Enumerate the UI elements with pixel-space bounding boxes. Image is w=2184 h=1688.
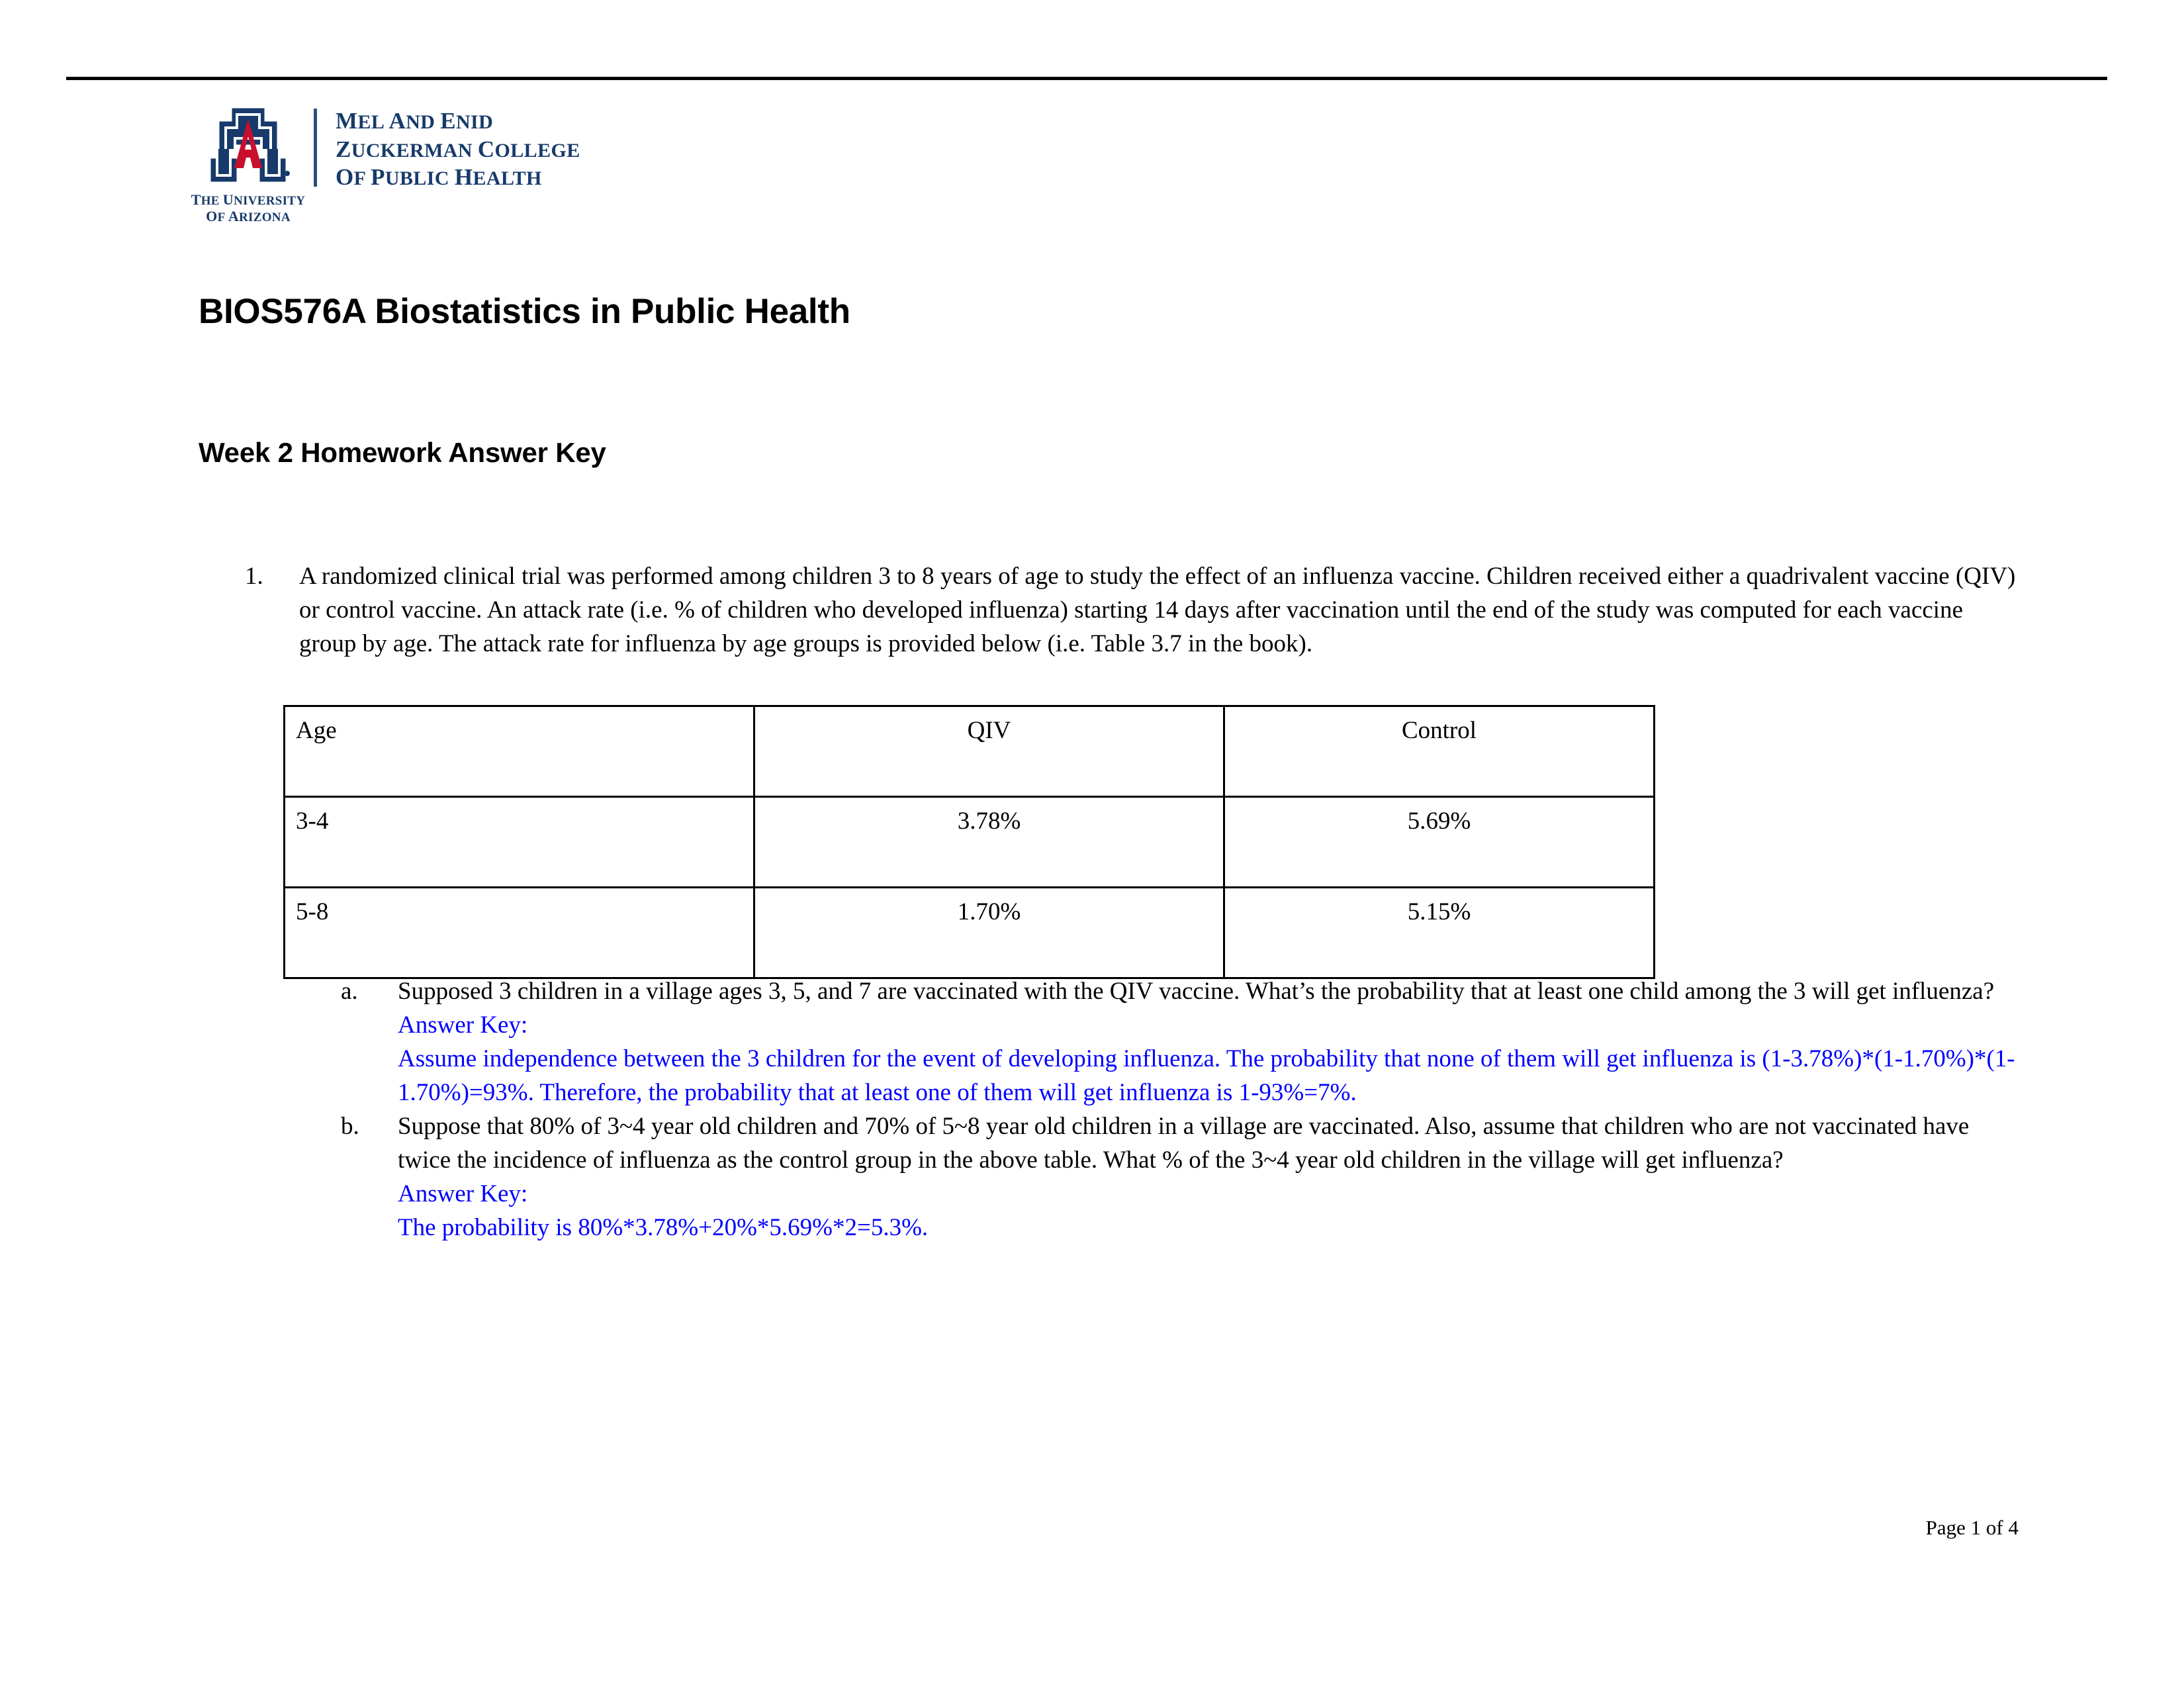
- university-name: THE UNIVERSITY OF ARIZONA: [191, 191, 306, 224]
- cell-qiv-5-8: 1.70%: [753, 886, 1225, 979]
- cell-qiv-3-4: 3.78%: [753, 796, 1225, 888]
- sub-question-b-marker: b.: [341, 1113, 359, 1140]
- cell-control-5-8: 5.15%: [1223, 886, 1655, 979]
- sub-question-b-body: Suppose that 80% of 3~4 year old childre…: [398, 1109, 2015, 1244]
- table-row: 5-8 1.70% 5.15%: [283, 886, 1655, 979]
- question-1: 1. A randomized clinical trial was perfo…: [245, 559, 2019, 661]
- page-title: BIOS576A Biostatistics in Public Health: [199, 292, 850, 331]
- sub-question-b: b. Suppose that 80% of 3~4 year old chil…: [341, 1109, 2015, 1244]
- table-header-row: Age QIV Control: [283, 705, 1655, 798]
- table-header-age: Age: [283, 705, 755, 798]
- attack-rate-table: Age QIV Control 3-4 3.78% 5.69% 5-8 1.70…: [283, 705, 1655, 979]
- cell-age-5-8: 5-8: [283, 886, 755, 979]
- page-subtitle: Week 2 Homework Answer Key: [199, 437, 606, 468]
- uarizona-public-health-logo: THE UNIVERSITY OF ARIZONA MEL AND ENID Z…: [191, 105, 580, 224]
- document-page: THE UNIVERSITY OF ARIZONA MEL AND ENID Z…: [0, 0, 2184, 1688]
- table-header-qiv: QIV: [753, 705, 1225, 798]
- header-divider-rule: [66, 77, 2107, 80]
- sub-question-a-marker: a.: [341, 978, 358, 1005]
- sub-question-list: a. Supposed 3 children in a village ages…: [341, 974, 2015, 1244]
- table-row: 3-4 3.78% 5.69%: [283, 796, 1655, 888]
- page-number-footer: Page 1 of 4: [1925, 1516, 2019, 1539]
- answer-key-label-b: Answer Key:: [398, 1180, 528, 1207]
- sub-question-a-text: Supposed 3 children in a village ages 3,…: [398, 978, 1995, 1005]
- cell-age-3-4: 3-4: [283, 796, 755, 888]
- answer-key-text-b: The probability is 80%*3.78%+20%*5.69%*2…: [398, 1214, 929, 1241]
- question-1-text: A randomized clinical trial was performe…: [299, 563, 2016, 657]
- college-name: MEL AND ENID ZUCKERMAN COLLEGE OF PUBLIC…: [336, 108, 580, 191]
- sub-question-a: a. Supposed 3 children in a village ages…: [341, 974, 2015, 1109]
- question-1-marker: 1.: [245, 563, 263, 590]
- sub-question-b-text: Suppose that 80% of 3~4 year old childre…: [398, 1113, 1970, 1174]
- answer-key-text-a: Assume independence between the 3 childr…: [398, 1045, 2015, 1106]
- cell-control-3-4: 5.69%: [1223, 796, 1655, 888]
- answer-key-label-a: Answer Key:: [398, 1011, 528, 1039]
- block-a-icon: [208, 106, 290, 184]
- table-header-control: Control: [1223, 705, 1655, 798]
- sub-question-a-body: Supposed 3 children in a village ages 3,…: [398, 974, 2015, 1109]
- logo-vertical-divider: [314, 109, 317, 187]
- logo-mark: THE UNIVERSITY OF ARIZONA: [191, 105, 305, 224]
